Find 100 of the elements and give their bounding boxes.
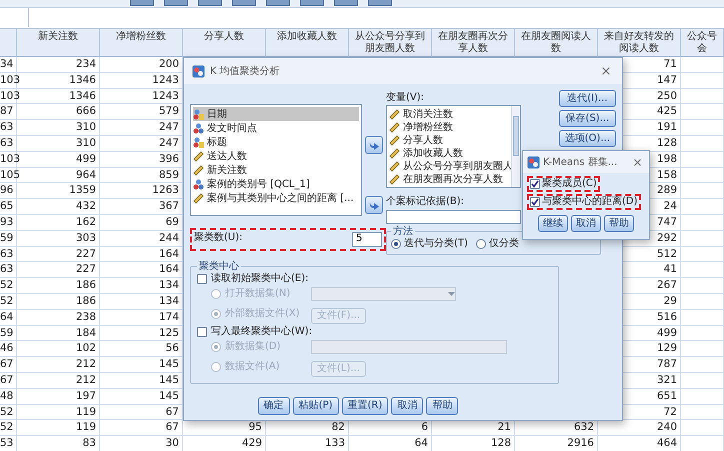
dialog-button[interactable]: 粘贴(P) [292, 397, 339, 415]
ruler-icon [389, 109, 400, 120]
dialog-button[interactable]: 迭代(I)... [558, 90, 616, 107]
table-cell: 52 [0, 278, 17, 294]
table-cell: 63 [0, 136, 17, 152]
arrow-icon [368, 200, 380, 210]
variable-item[interactable]: 分享人数 [389, 134, 518, 147]
table-cell: 184 [17, 326, 100, 342]
table-cell: 238 [17, 310, 100, 326]
table-cell: 63 [0, 120, 17, 136]
variable-item[interactable]: 日期 [193, 107, 359, 121]
scrollbar[interactable] [511, 106, 520, 188]
toolbar-icon[interactable] [130, 0, 154, 6]
variable-item[interactable]: 送达人数 [193, 149, 359, 163]
variable-item[interactable]: 新关注数 [193, 163, 359, 177]
table-cell [681, 183, 724, 200]
ruler-icon [193, 164, 204, 176]
checkbox-label: 读取初始聚类中心(E): [211, 273, 308, 285]
table-cell [681, 262, 724, 278]
table-cell: 103 [0, 72, 17, 89]
checkbox-label: 写入最终聚类中心(W): [211, 326, 312, 338]
table-cell [681, 230, 724, 247]
table-cell [681, 104, 724, 120]
table-cell [681, 420, 724, 436]
table-cell [681, 278, 724, 294]
table-cell: 212 [17, 372, 100, 389]
table-cell [681, 294, 724, 310]
dialog-button[interactable]: 继续 [538, 215, 568, 232]
variable-item[interactable]: 案例与其类别中心之间的距离 [... [193, 191, 359, 205]
source-variable-list[interactable]: 日期 发文时间点 标题 送达人数 新关注数 案例的类别号 [QCL_1] 案例与其类别中心之间的距离 [... [190, 104, 362, 216]
dialog-button[interactable]: 帮助 [604, 215, 634, 232]
table-cell [681, 136, 724, 152]
toolbar-icon[interactable] [164, 0, 188, 6]
table-cell [681, 388, 724, 405]
table-cell: 133 [266, 436, 349, 451]
table-cell: 83 [17, 436, 100, 451]
radio-label: 迭代与分类(T) [404, 238, 468, 250]
table-cell [681, 357, 724, 373]
move-button[interactable] [365, 196, 383, 214]
radio-label: 数据文件(A) [225, 360, 280, 372]
table-cell: 34 [0, 57, 17, 73]
variable-item[interactable]: 在朋友圈再次分享人数 [389, 173, 518, 186]
table-cell: 67 [0, 372, 17, 389]
table-cell: 310 [17, 136, 100, 152]
variable-item[interactable]: 案例的类别号 [QCL_1] [193, 177, 359, 191]
radio-label: 仅分类 [488, 238, 519, 250]
table-cell: 128 [432, 436, 515, 451]
toolbar-icon[interactable] [266, 0, 290, 6]
table-cell: 53 [0, 436, 17, 451]
move-button[interactable] [365, 136, 383, 154]
table-cell: 105 [0, 168, 17, 184]
checkbox[interactable] [530, 179, 540, 189]
table-cell: 59 [0, 326, 17, 342]
variable-item[interactable]: 标题 [193, 135, 359, 149]
column-header: 在朋友圈阅读人数 [515, 29, 598, 57]
table-cell: 65 [0, 199, 17, 215]
radio-button[interactable] [391, 239, 401, 249]
ruler-icon [389, 135, 400, 146]
variable-item[interactable]: 取消关注数 [389, 108, 518, 121]
toolbar-icon[interactable] [334, 0, 358, 6]
table-cell: 93 [0, 214, 17, 231]
column-header: 新关注数 [17, 29, 100, 57]
toolbar-icon[interactable] [368, 0, 392, 6]
dialog-button[interactable]: 取消 [571, 215, 601, 232]
toolbar-icon[interactable] [300, 0, 324, 6]
input-field[interactable] [386, 210, 521, 224]
dialog-button[interactable]: 保存(S)... [558, 110, 616, 127]
dialog-button[interactable]: 确定 [258, 397, 290, 415]
dialog-button[interactable]: 帮助 [426, 397, 458, 415]
radio-label: 外部数据文件(X) [225, 308, 300, 320]
toolbar-icon[interactable] [232, 0, 256, 6]
table-cell [681, 310, 724, 326]
table-cell: 63 [0, 246, 17, 262]
checkbox-label: 聚类成员(C) [542, 178, 597, 190]
dialog-button[interactable]: 重置(R) [342, 397, 388, 415]
dialog-button[interactable]: 选项(O)... [558, 130, 616, 147]
table-cell: 227 [17, 246, 100, 262]
radio-label: 新数据集(D) [225, 341, 281, 353]
table-cell [681, 88, 724, 104]
table-cell: 212 [17, 357, 100, 373]
table-cell [681, 120, 724, 136]
variable-item[interactable]: 净增粉丝数 [389, 121, 518, 134]
table-cell: 227 [17, 262, 100, 278]
close-icon [600, 65, 612, 77]
radio-button[interactable] [476, 239, 486, 249]
variable-item[interactable]: 发文时间点 [193, 121, 359, 135]
table-cell: 67 [0, 357, 17, 373]
table-cell [681, 214, 724, 231]
close-icon [632, 156, 642, 168]
table-cell [681, 168, 724, 184]
toolbar-icon[interactable] [198, 0, 222, 6]
variable-item[interactable]: 添加收藏人数 [389, 147, 518, 160]
field-label: 聚类数(U): [194, 232, 242, 244]
table-cell: 432 [17, 199, 100, 215]
input-field[interactable]: 5 [352, 232, 382, 247]
table-cell: 119 [17, 404, 100, 420]
column-header: 来自好友转发的阅读人数 [598, 29, 681, 57]
checkbox[interactable] [530, 197, 540, 207]
dialog-button[interactable]: 取消 [391, 397, 424, 415]
table-cell: 52 [0, 420, 17, 436]
